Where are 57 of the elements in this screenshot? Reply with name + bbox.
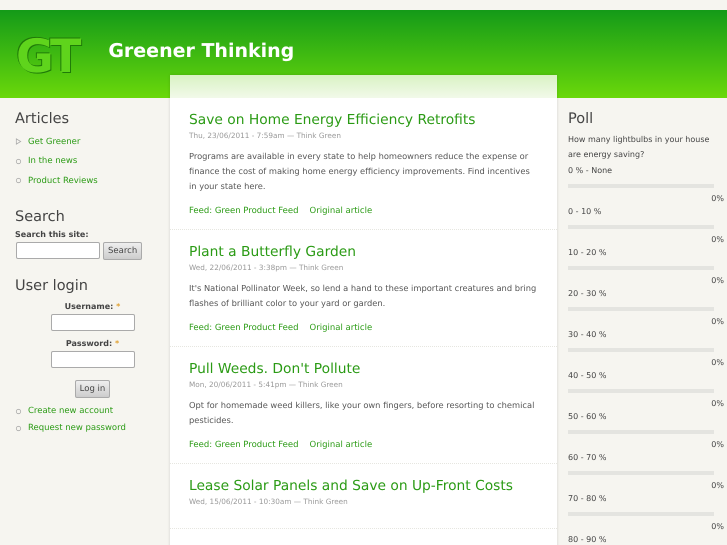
- poll-percent: 0%: [711, 399, 724, 408]
- poll-choice: 0 - 10 %: [568, 206, 602, 218]
- login-button[interactable]: Log in: [74, 380, 110, 398]
- search-button[interactable]: Search: [103, 242, 142, 260]
- menu-link[interactable]: Product Reviews: [28, 176, 98, 186]
- article-text: Opt for homemade weed killers, like your own fingers, before resorting to chemical pesticides.: [189, 399, 536, 427]
- field-label: Username:: [64, 302, 114, 310]
- poll-question: How many lightbulbs in your house are energy saving?: [568, 134, 710, 161]
- article-text: It's National Pollinator Week, so lend a hand to these important creatures and bring flashes of brilliant color to your yard or garden.: [189, 282, 538, 310]
- input-field[interactable]: [50, 350, 134, 368]
- required-marker: *: [114, 338, 120, 348]
- account-link[interactable]: Create new account: [28, 406, 114, 416]
- block-title: User login: [15, 278, 89, 294]
- search-field[interactable]: [16, 242, 100, 259]
- bullet-icon: [15, 424, 22, 432]
- article-link[interactable]: Original article: [310, 323, 372, 333]
- poll-percent: 0%: [711, 481, 724, 490]
- article-text: Programs are available in every state to help homeowners reduce the expense or finance the cost of making home energy efficiency improvements. Find incentives in your state here.: [189, 150, 531, 193]
- article-title[interactable]: Plant a Butterfly Garden: [189, 244, 538, 260]
- article-title[interactable]: Pull Weeds. Don't Pollute: [189, 361, 538, 377]
- poll-choice: 10 - 20 %: [568, 247, 608, 259]
- menu-link[interactable]: Get Greener: [28, 136, 80, 147]
- block-title: Articles: [15, 111, 70, 127]
- required-marker: *: [116, 302, 120, 310]
- poll-choice: 80 - 90 %: [568, 534, 608, 545]
- poll-choice: 50 - 60 %: [568, 411, 608, 423]
- field-label: Search this site:: [15, 230, 90, 238]
- bullet-icon: [15, 177, 22, 184]
- poll-choice: 70 - 80 %: [568, 493, 608, 505]
- article-link[interactable]: Feed: Green Product Feed: [189, 440, 299, 450]
- article-link[interactable]: Original article: [310, 440, 372, 450]
- block-title: Poll: [568, 111, 594, 127]
- site-name[interactable]: Greener Thinking: [108, 40, 294, 62]
- poll-percent: 0%: [711, 440, 724, 449]
- menu-link[interactable]: In the news: [28, 156, 78, 166]
- article-title[interactable]: Save on Home Energy Efficiency Retrofits: [189, 112, 538, 128]
- poll-choice: 20 - 30 %: [568, 288, 608, 300]
- poll-percent: 0%: [711, 235, 724, 244]
- account-link[interactable]: Request new password: [28, 423, 126, 433]
- article-title[interactable]: Lease Solar Panels and Save on Up-Front Costs: [189, 478, 538, 494]
- poll-choice: 0 % - None: [568, 165, 614, 177]
- poll-percent: 0%: [711, 194, 724, 203]
- poll-percent: 0%: [711, 358, 724, 367]
- bullet-icon: [15, 158, 22, 165]
- article-link[interactable]: Feed: Green Product Feed: [189, 323, 299, 333]
- poll-choice: 30 - 40 %: [568, 329, 608, 341]
- block-title: Search: [15, 208, 66, 224]
- field-label: Password:: [66, 338, 112, 348]
- poll-percent: 0%: [711, 317, 724, 326]
- poll-percent: 0%: [711, 522, 724, 531]
- bullet-icon: [15, 408, 22, 414]
- poll-choice: 60 - 70 %: [568, 452, 608, 464]
- article-link[interactable]: Feed: Green Product Feed: [189, 206, 299, 216]
- poll-percent: 0%: [711, 276, 724, 285]
- poll-choice: 40 - 50 %: [568, 370, 608, 382]
- article-link[interactable]: Original article: [310, 206, 372, 216]
- input-field[interactable]: [50, 314, 134, 330]
